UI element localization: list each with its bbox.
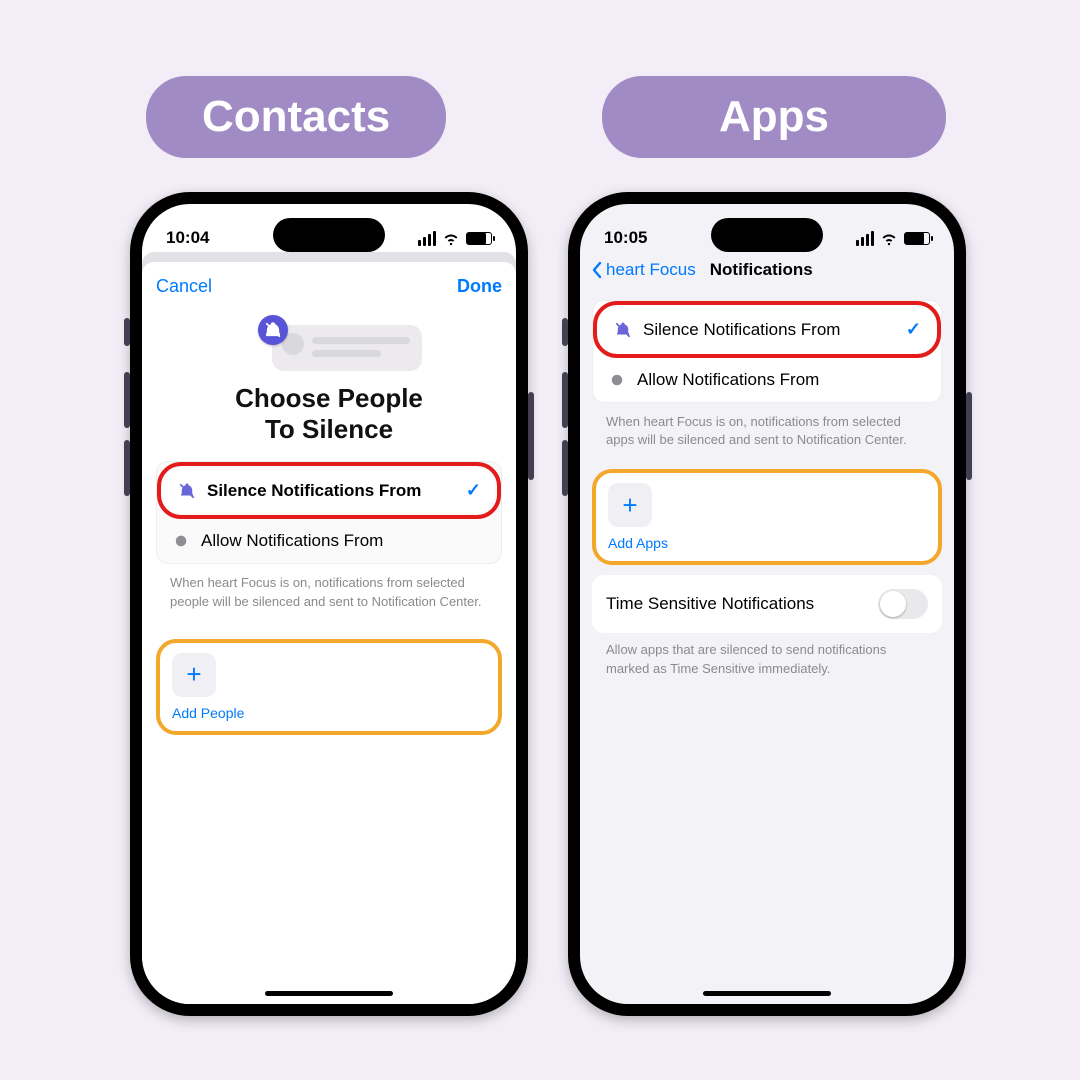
home-indicator[interactable] (265, 991, 393, 996)
checkmark-icon: ✓ (906, 319, 921, 340)
cellular-icon (418, 231, 436, 246)
row-label: Silence Notifications From (643, 320, 840, 340)
plus-icon[interactable]: + (172, 653, 216, 697)
power-button[interactable] (966, 392, 972, 480)
header-pill-contacts: Contacts (146, 76, 446, 158)
back-label: heart Focus (606, 260, 696, 280)
row-label: Time Sensitive Notifications (606, 594, 814, 614)
hint-text: When heart Focus is on, notifications fr… (156, 574, 502, 620)
add-label: Add Apps (608, 535, 668, 551)
page-title: Notifications (710, 260, 813, 280)
add-label: Add People (172, 705, 244, 721)
volume-down[interactable] (124, 440, 130, 496)
row-label: Allow Notifications From (637, 370, 819, 390)
volume-down[interactable] (562, 440, 568, 496)
bell-slash-icon (177, 481, 197, 501)
done-button[interactable]: Done (457, 276, 502, 297)
home-indicator[interactable] (703, 991, 831, 996)
status-time: 10:04 (166, 228, 209, 248)
battery-icon (466, 232, 492, 245)
volume-up[interactable] (562, 372, 568, 428)
dynamic-island (711, 218, 823, 252)
modal-title: Choose People To Silence (156, 383, 502, 445)
row-silence-from[interactable]: Silence Notifications From ✓ (599, 307, 935, 352)
add-apps-tile[interactable]: + Add Apps (608, 483, 926, 551)
highlight-silence-row: Silence Notifications From ✓ (157, 462, 501, 519)
bell-slash-icon (258, 315, 288, 345)
phone-apps: 10:05 heart Focus Notifications (568, 192, 966, 1016)
mute-switch[interactable] (124, 318, 130, 346)
back-button[interactable]: heart Focus (590, 260, 696, 280)
hint-text: When heart Focus is on, notifications fr… (592, 413, 942, 459)
cellular-icon (856, 231, 874, 246)
mute-switch[interactable] (562, 318, 568, 346)
bell-slash-icon (613, 320, 633, 340)
checkmark-icon: ✓ (466, 480, 481, 501)
row-allow-from[interactable]: Allow Notifications From (157, 519, 501, 563)
wifi-icon (442, 229, 460, 247)
screen-contacts: 10:04 Cancel Done (142, 204, 516, 1004)
highlight-add-people: + Add People (156, 639, 502, 735)
rosette-icon (171, 531, 191, 551)
time-sensitive-toggle[interactable] (878, 589, 928, 619)
nav-bar: heart Focus Notifications (580, 254, 954, 290)
row-label: Silence Notifications From (207, 481, 421, 501)
modal-sheet: Cancel Done Choose People To Silence (142, 262, 516, 1004)
phone-contacts: 10:04 Cancel Done (130, 192, 528, 1016)
volume-up[interactable] (124, 372, 130, 428)
highlight-add-apps: + Add Apps (592, 469, 942, 565)
row-silence-from[interactable]: Silence Notifications From ✓ (163, 468, 495, 513)
notification-mode-card: Silence Notifications From ✓ Allow Notif… (156, 461, 502, 564)
illustration (234, 319, 424, 375)
hint-text: Allow apps that are silenced to send not… (592, 633, 942, 687)
screen-apps: 10:05 heart Focus Notifications (580, 204, 954, 1004)
cancel-button[interactable]: Cancel (156, 276, 212, 297)
wifi-icon (880, 229, 898, 247)
battery-icon (904, 232, 930, 245)
row-allow-from[interactable]: Allow Notifications From (593, 358, 941, 402)
rosette-icon (607, 370, 627, 390)
header-pill-apps: Apps (602, 76, 946, 158)
add-people-tile[interactable]: + Add People (172, 653, 486, 721)
dynamic-island (273, 218, 385, 252)
plus-icon[interactable]: + (608, 483, 652, 527)
chevron-left-icon (590, 261, 604, 279)
notification-mode-card: Silence Notifications From ✓ Allow Notif… (592, 300, 942, 403)
status-time: 10:05 (604, 228, 647, 248)
power-button[interactable] (528, 392, 534, 480)
row-label: Allow Notifications From (201, 531, 383, 551)
time-sensitive-row[interactable]: Time Sensitive Notifications (592, 575, 942, 633)
highlight-silence-row: Silence Notifications From ✓ (593, 301, 941, 358)
